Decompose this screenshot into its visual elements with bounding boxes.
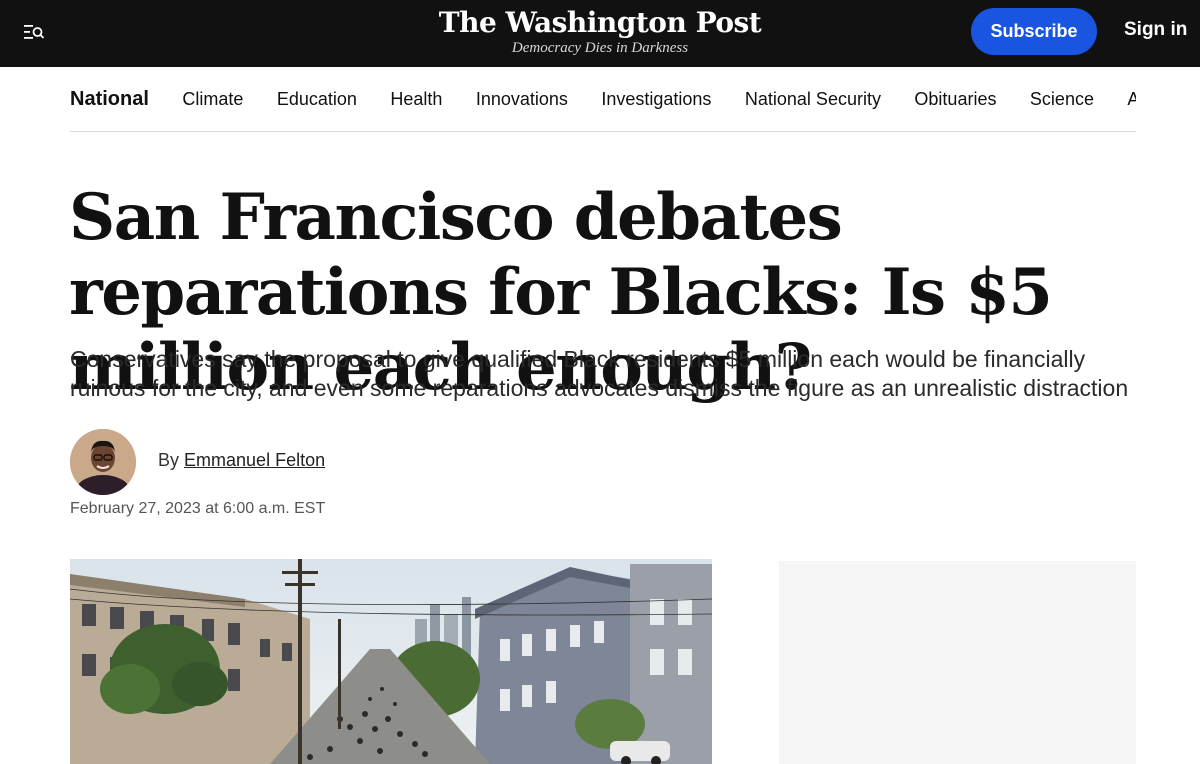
byline: By Emmanuel Felton	[158, 450, 325, 471]
section-nav-obituaries[interactable]: Obituaries	[914, 86, 996, 112]
lead-image[interactable]	[70, 559, 712, 764]
section-nav-national-security[interactable]: National Security	[745, 86, 881, 112]
author-link[interactable]: Emmanuel Felton	[184, 450, 325, 470]
subscribe-button[interactable]: Subscribe	[971, 8, 1097, 55]
article-subheadline: Conservatives say the proposal to give q…	[70, 346, 1129, 401]
section-nav-climate[interactable]: Climate	[182, 86, 243, 112]
byline-prefix: By	[158, 450, 180, 470]
section-nav-science[interactable]: Science	[1030, 86, 1094, 112]
sidebar-ad-slot	[779, 561, 1136, 764]
publish-date: February 27, 2023 at 6:00 a.m. EST	[70, 500, 326, 517]
section-nav-education[interactable]: Education	[277, 86, 357, 112]
section-nav-abortion[interactable]: Abortion	[1127, 86, 1136, 112]
section-divider	[70, 131, 1136, 132]
author-avatar[interactable]	[70, 429, 136, 495]
section-nav-investigations[interactable]: Investigations	[601, 86, 711, 112]
top-bar: The Washington Post Democracy Dies in Da…	[0, 0, 1200, 67]
section-nav: National Climate Education Health Innova…	[70, 86, 1136, 112]
sign-in-link[interactable]: Sign in	[1124, 19, 1187, 41]
section-nav-health[interactable]: Health	[390, 86, 442, 112]
section-nav-innovations[interactable]: Innovations	[476, 86, 568, 112]
section-nav-national[interactable]: National	[70, 86, 149, 112]
